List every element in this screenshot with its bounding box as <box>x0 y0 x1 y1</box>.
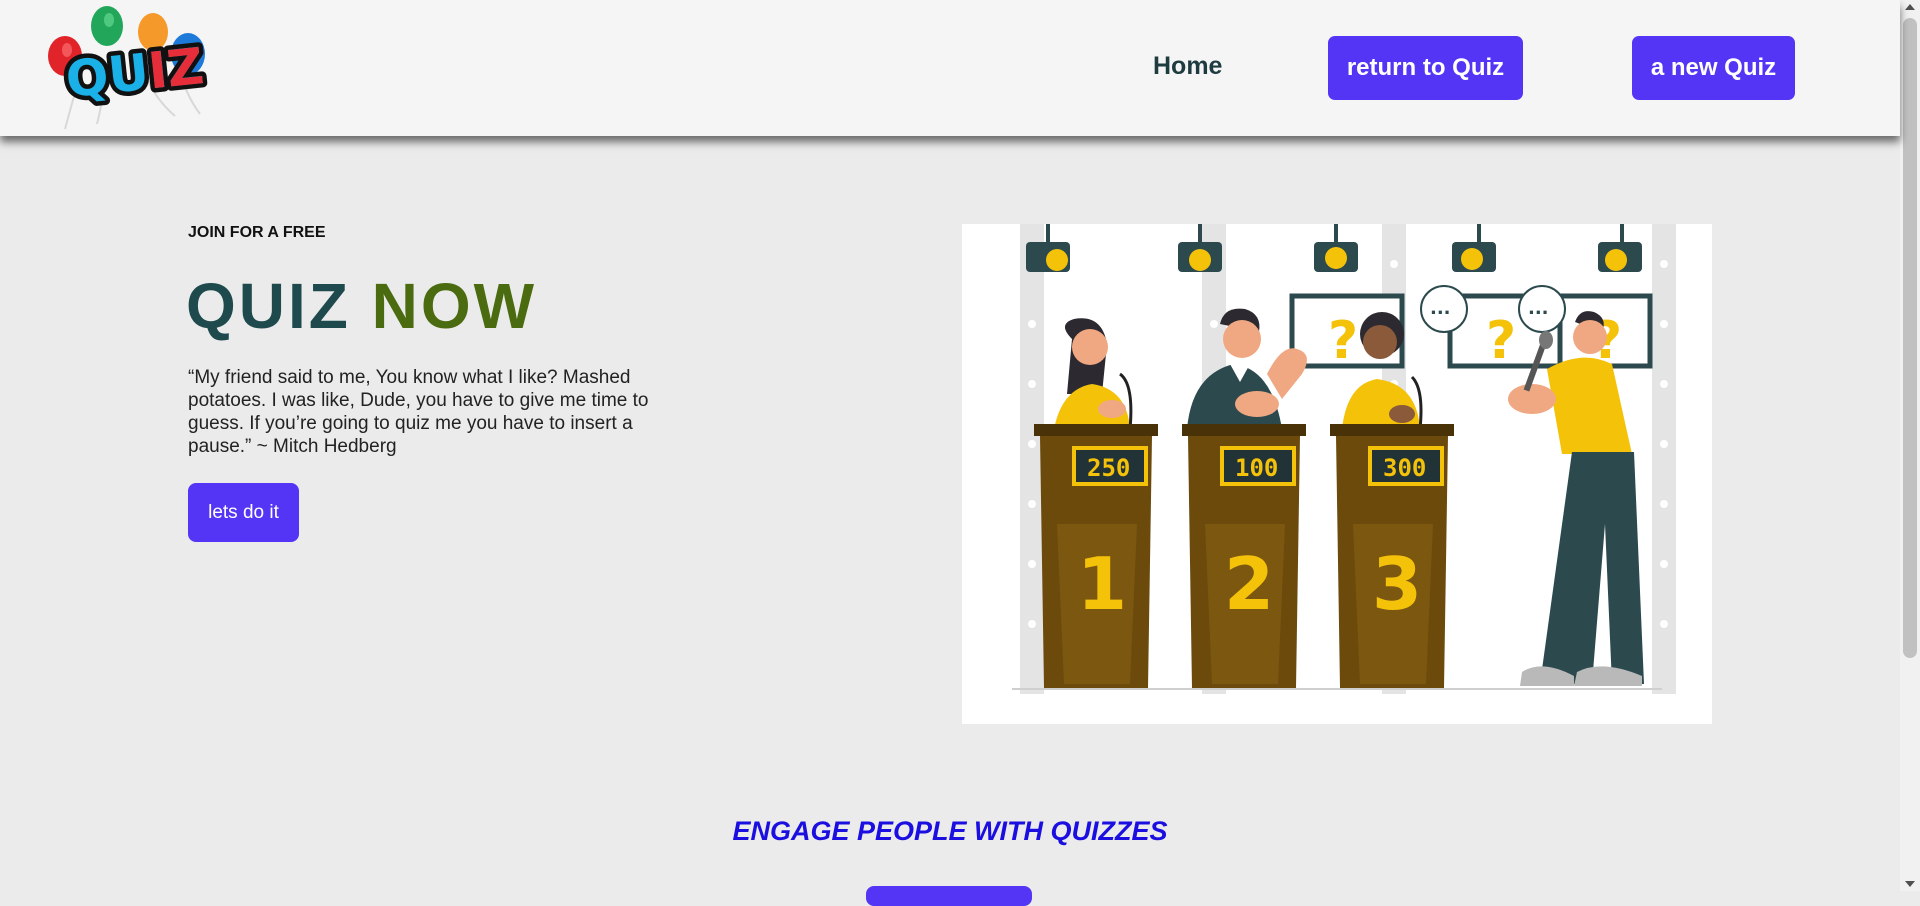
navbar: QUIZ QUIZ IZ Home return to Quiz a new Q… <box>0 0 1900 136</box>
return-to-quiz-button[interactable]: return to Quiz <box>1328 36 1523 100</box>
svg-text:?: ? <box>1328 311 1358 371</box>
hero-title-now: NOW <box>371 270 538 342</box>
quiz-logo[interactable]: QUIZ QUIZ IZ <box>45 4 220 134</box>
svg-text:300: 300 <box>1383 454 1426 482</box>
section-button[interactable] <box>866 886 1032 906</box>
new-quiz-button[interactable]: a new Quiz <box>1632 36 1795 100</box>
svg-text:?: ? <box>1486 311 1516 371</box>
section-title: ENGAGE PEOPLE WITH QUIZZES <box>732 816 1168 846</box>
nav-home-link[interactable]: Home <box>1153 52 1222 81</box>
scroll-down-arrow-icon[interactable] <box>1905 881 1915 887</box>
svg-text:...: ... <box>1430 298 1451 319</box>
svg-text:3: 3 <box>1372 542 1422 626</box>
hero-eyebrow: JOIN FOR A FREE <box>188 224 326 241</box>
scroll-up-arrow-icon[interactable] <box>1905 4 1915 10</box>
hero-quote: “My friend said to me, You know what I l… <box>188 367 649 457</box>
svg-text:IZ: IZ <box>146 37 207 100</box>
svg-text:100: 100 <box>1235 454 1278 482</box>
lets-do-it-button[interactable]: lets do it <box>188 483 299 542</box>
svg-text:2: 2 <box>1224 542 1274 626</box>
game-show-illustration: ? ? ? ... ... 250 1 100 2 300 3 <box>962 224 1712 724</box>
scrollbar-thumb[interactable] <box>1903 18 1917 658</box>
svg-text:1: 1 <box>1077 542 1127 626</box>
svg-text:...: ... <box>1528 298 1549 319</box>
hero-title-quiz: QUIZ <box>186 270 351 342</box>
svg-text:250: 250 <box>1087 454 1130 482</box>
hero-title: QUIZ NOW <box>186 268 537 344</box>
page-scrollbar[interactable] <box>1900 0 1920 891</box>
